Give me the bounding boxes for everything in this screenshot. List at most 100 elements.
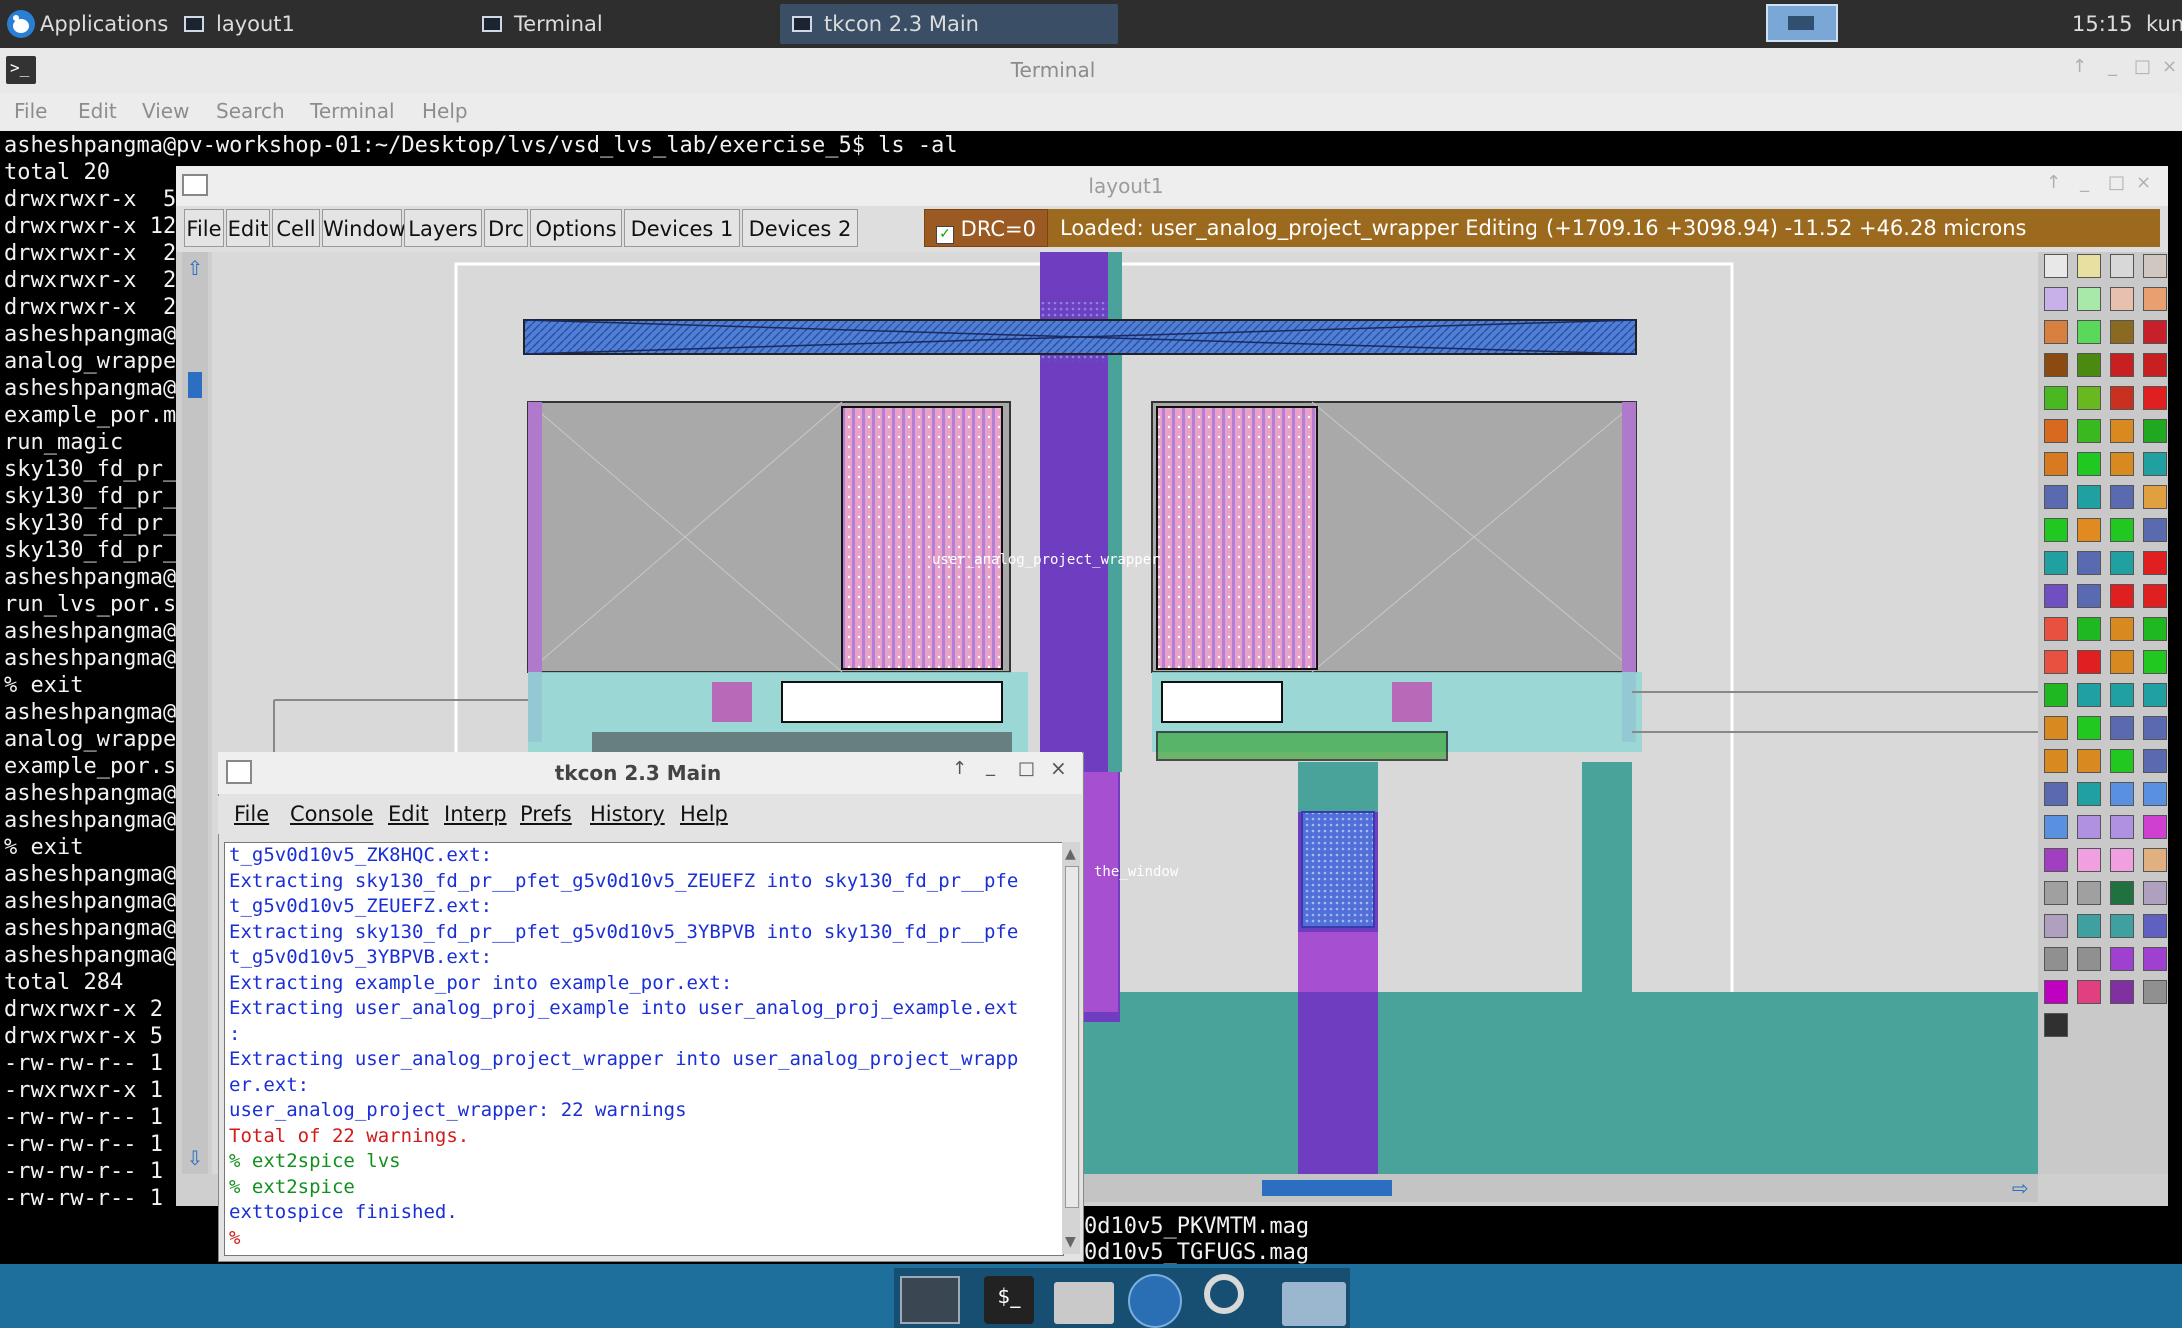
layer-swatch[interactable] xyxy=(2077,716,2101,740)
scrollbar-thumb[interactable] xyxy=(1262,1180,1392,1196)
layout-vertical-scrollbar[interactable]: ⇧ ⇩ xyxy=(182,252,208,1174)
layer-swatch[interactable] xyxy=(2110,617,2134,641)
scroll-up-icon[interactable]: ▲ xyxy=(1065,846,1076,862)
layer-swatch[interactable] xyxy=(2044,353,2068,377)
layer-swatch[interactable] xyxy=(2044,386,2068,410)
layer-swatch[interactable] xyxy=(2110,782,2134,806)
layer-swatch[interactable] xyxy=(2044,815,2068,839)
layer-swatch[interactable] xyxy=(2110,650,2134,674)
user-menu[interactable]: kun xyxy=(2146,6,2182,42)
minimize-icon[interactable]: _ xyxy=(986,756,995,777)
layer-swatch[interactable] xyxy=(2143,584,2167,608)
layer-swatch[interactable] xyxy=(2077,947,2101,971)
layer-swatch[interactable] xyxy=(2044,650,2068,674)
layer-swatch[interactable] xyxy=(2143,947,2167,971)
layer-swatch[interactable] xyxy=(2044,683,2068,707)
layer-swatch[interactable] xyxy=(2110,815,2134,839)
layer-swatch[interactable] xyxy=(2044,518,2068,542)
layer-swatch[interactable] xyxy=(2077,452,2101,476)
scrollbar-thumb[interactable] xyxy=(188,372,202,398)
terminal-menu-help[interactable]: Help xyxy=(422,99,468,123)
close-icon[interactable]: × xyxy=(2162,56,2177,77)
layer-swatch[interactable] xyxy=(2077,287,2101,311)
layer-swatch[interactable] xyxy=(2143,485,2167,509)
layer-swatch[interactable] xyxy=(2044,980,2068,1004)
layer-swatch[interactable] xyxy=(2110,320,2134,344)
layer-swatch[interactable] xyxy=(2077,617,2101,641)
layer-swatch[interactable] xyxy=(2143,980,2167,1004)
layout-menu-options[interactable]: Options xyxy=(530,209,622,247)
layer-swatch[interactable] xyxy=(2110,452,2134,476)
layer-swatch[interactable] xyxy=(2077,386,2101,410)
layer-swatch[interactable] xyxy=(2143,518,2167,542)
layout-menu-file[interactable]: File xyxy=(184,209,224,247)
titlebar-up-icon[interactable]: ↑ xyxy=(2046,172,2061,193)
tkcon-menu-prefs[interactable]: Prefs xyxy=(520,802,572,826)
tkcon-menu-console[interactable]: Console xyxy=(290,802,373,826)
layout-horizontal-scrollbar[interactable]: ⇨ xyxy=(1082,1174,2038,1202)
layer-swatch[interactable] xyxy=(2110,683,2134,707)
terminal-menu-file[interactable]: File xyxy=(14,99,47,123)
layout-menu-drc[interactable]: Drc xyxy=(484,209,528,247)
layer-swatch[interactable] xyxy=(2143,254,2167,278)
scroll-down-icon[interactable]: ⇩ xyxy=(184,1146,206,1170)
layer-swatch[interactable] xyxy=(2077,881,2101,905)
layer-swatch[interactable] xyxy=(2077,485,2101,509)
layer-swatch[interactable] xyxy=(2044,551,2068,575)
titlebar-up-icon[interactable]: ↑ xyxy=(952,758,967,779)
layer-swatch[interactable] xyxy=(2143,749,2167,773)
layer-swatch[interactable] xyxy=(2044,584,2068,608)
layer-swatch[interactable] xyxy=(2044,914,2068,938)
layer-swatch[interactable] xyxy=(2110,551,2134,575)
tkcon-scrollbar[interactable]: ▲ ▼ xyxy=(1062,842,1080,1254)
layer-swatch[interactable] xyxy=(2110,947,2134,971)
maximize-icon[interactable]: □ xyxy=(2108,172,2125,193)
layer-swatch[interactable] xyxy=(2077,782,2101,806)
scroll-up-icon[interactable]: ⇧ xyxy=(184,256,206,280)
layer-swatch[interactable] xyxy=(2143,353,2167,377)
layout-menu-layers[interactable]: Layers xyxy=(404,209,482,247)
layer-swatch[interactable] xyxy=(2110,914,2134,938)
applications-logo-icon[interactable] xyxy=(4,6,38,42)
layer-swatch[interactable] xyxy=(2077,683,2101,707)
tkcon-menu-help[interactable]: Help xyxy=(680,802,728,826)
layer-swatch[interactable] xyxy=(2044,452,2068,476)
layer-swatch[interactable] xyxy=(2077,584,2101,608)
layer-swatch[interactable] xyxy=(2143,782,2167,806)
close-icon[interactable]: × xyxy=(1050,756,1067,780)
search-icon[interactable] xyxy=(1204,1274,1244,1314)
layer-swatch[interactable] xyxy=(2110,881,2134,905)
layer-swatch[interactable] xyxy=(2044,749,2068,773)
layer-swatch[interactable] xyxy=(2077,815,2101,839)
layer-swatch[interactable] xyxy=(2110,848,2134,872)
layer-swatch[interactable] xyxy=(2143,683,2167,707)
layer-swatch[interactable] xyxy=(2143,386,2167,410)
layer-swatch[interactable] xyxy=(2044,617,2068,641)
terminal-icon[interactable]: $_ xyxy=(984,1276,1034,1324)
scroll-right-icon[interactable]: ⇨ xyxy=(2012,1176,2029,1200)
layout-menu-cell[interactable]: Cell xyxy=(272,209,320,247)
drc-toggle[interactable]: ✓ DRC=0 xyxy=(924,209,1048,247)
layer-swatch[interactable] xyxy=(2143,617,2167,641)
layer-swatch[interactable] xyxy=(2077,254,2101,278)
web-browser-icon[interactable] xyxy=(1128,1274,1182,1328)
layer-swatch[interactable] xyxy=(2143,848,2167,872)
terminal-menu-search[interactable]: Search xyxy=(216,99,285,123)
layer-swatch[interactable] xyxy=(2110,749,2134,773)
workspace-icon[interactable] xyxy=(900,1276,960,1324)
layout-titlebar[interactable]: layout1 ↑ _ □ × xyxy=(176,166,2168,206)
workspace-switcher[interactable] xyxy=(1766,4,1838,42)
maximize-icon[interactable]: □ xyxy=(2134,56,2151,77)
tkcon-menu-history[interactable]: History xyxy=(590,802,665,826)
layer-swatch[interactable] xyxy=(2143,815,2167,839)
layer-swatch[interactable] xyxy=(2044,254,2068,278)
folder-icon[interactable] xyxy=(1282,1282,1346,1326)
taskbar-window-tkcon[interactable]: tkcon 2.3 Main xyxy=(780,4,1118,44)
layer-swatch[interactable] xyxy=(2110,419,2134,443)
layer-swatch[interactable] xyxy=(2143,914,2167,938)
layer-swatch[interactable] xyxy=(2044,287,2068,311)
layer-swatch[interactable] xyxy=(2143,551,2167,575)
tkcon-titlebar[interactable]: tkcon 2.3 Main ↑ _ □ × xyxy=(218,752,1082,794)
layer-swatch[interactable] xyxy=(2110,254,2134,278)
layer-swatch[interactable] xyxy=(2044,848,2068,872)
